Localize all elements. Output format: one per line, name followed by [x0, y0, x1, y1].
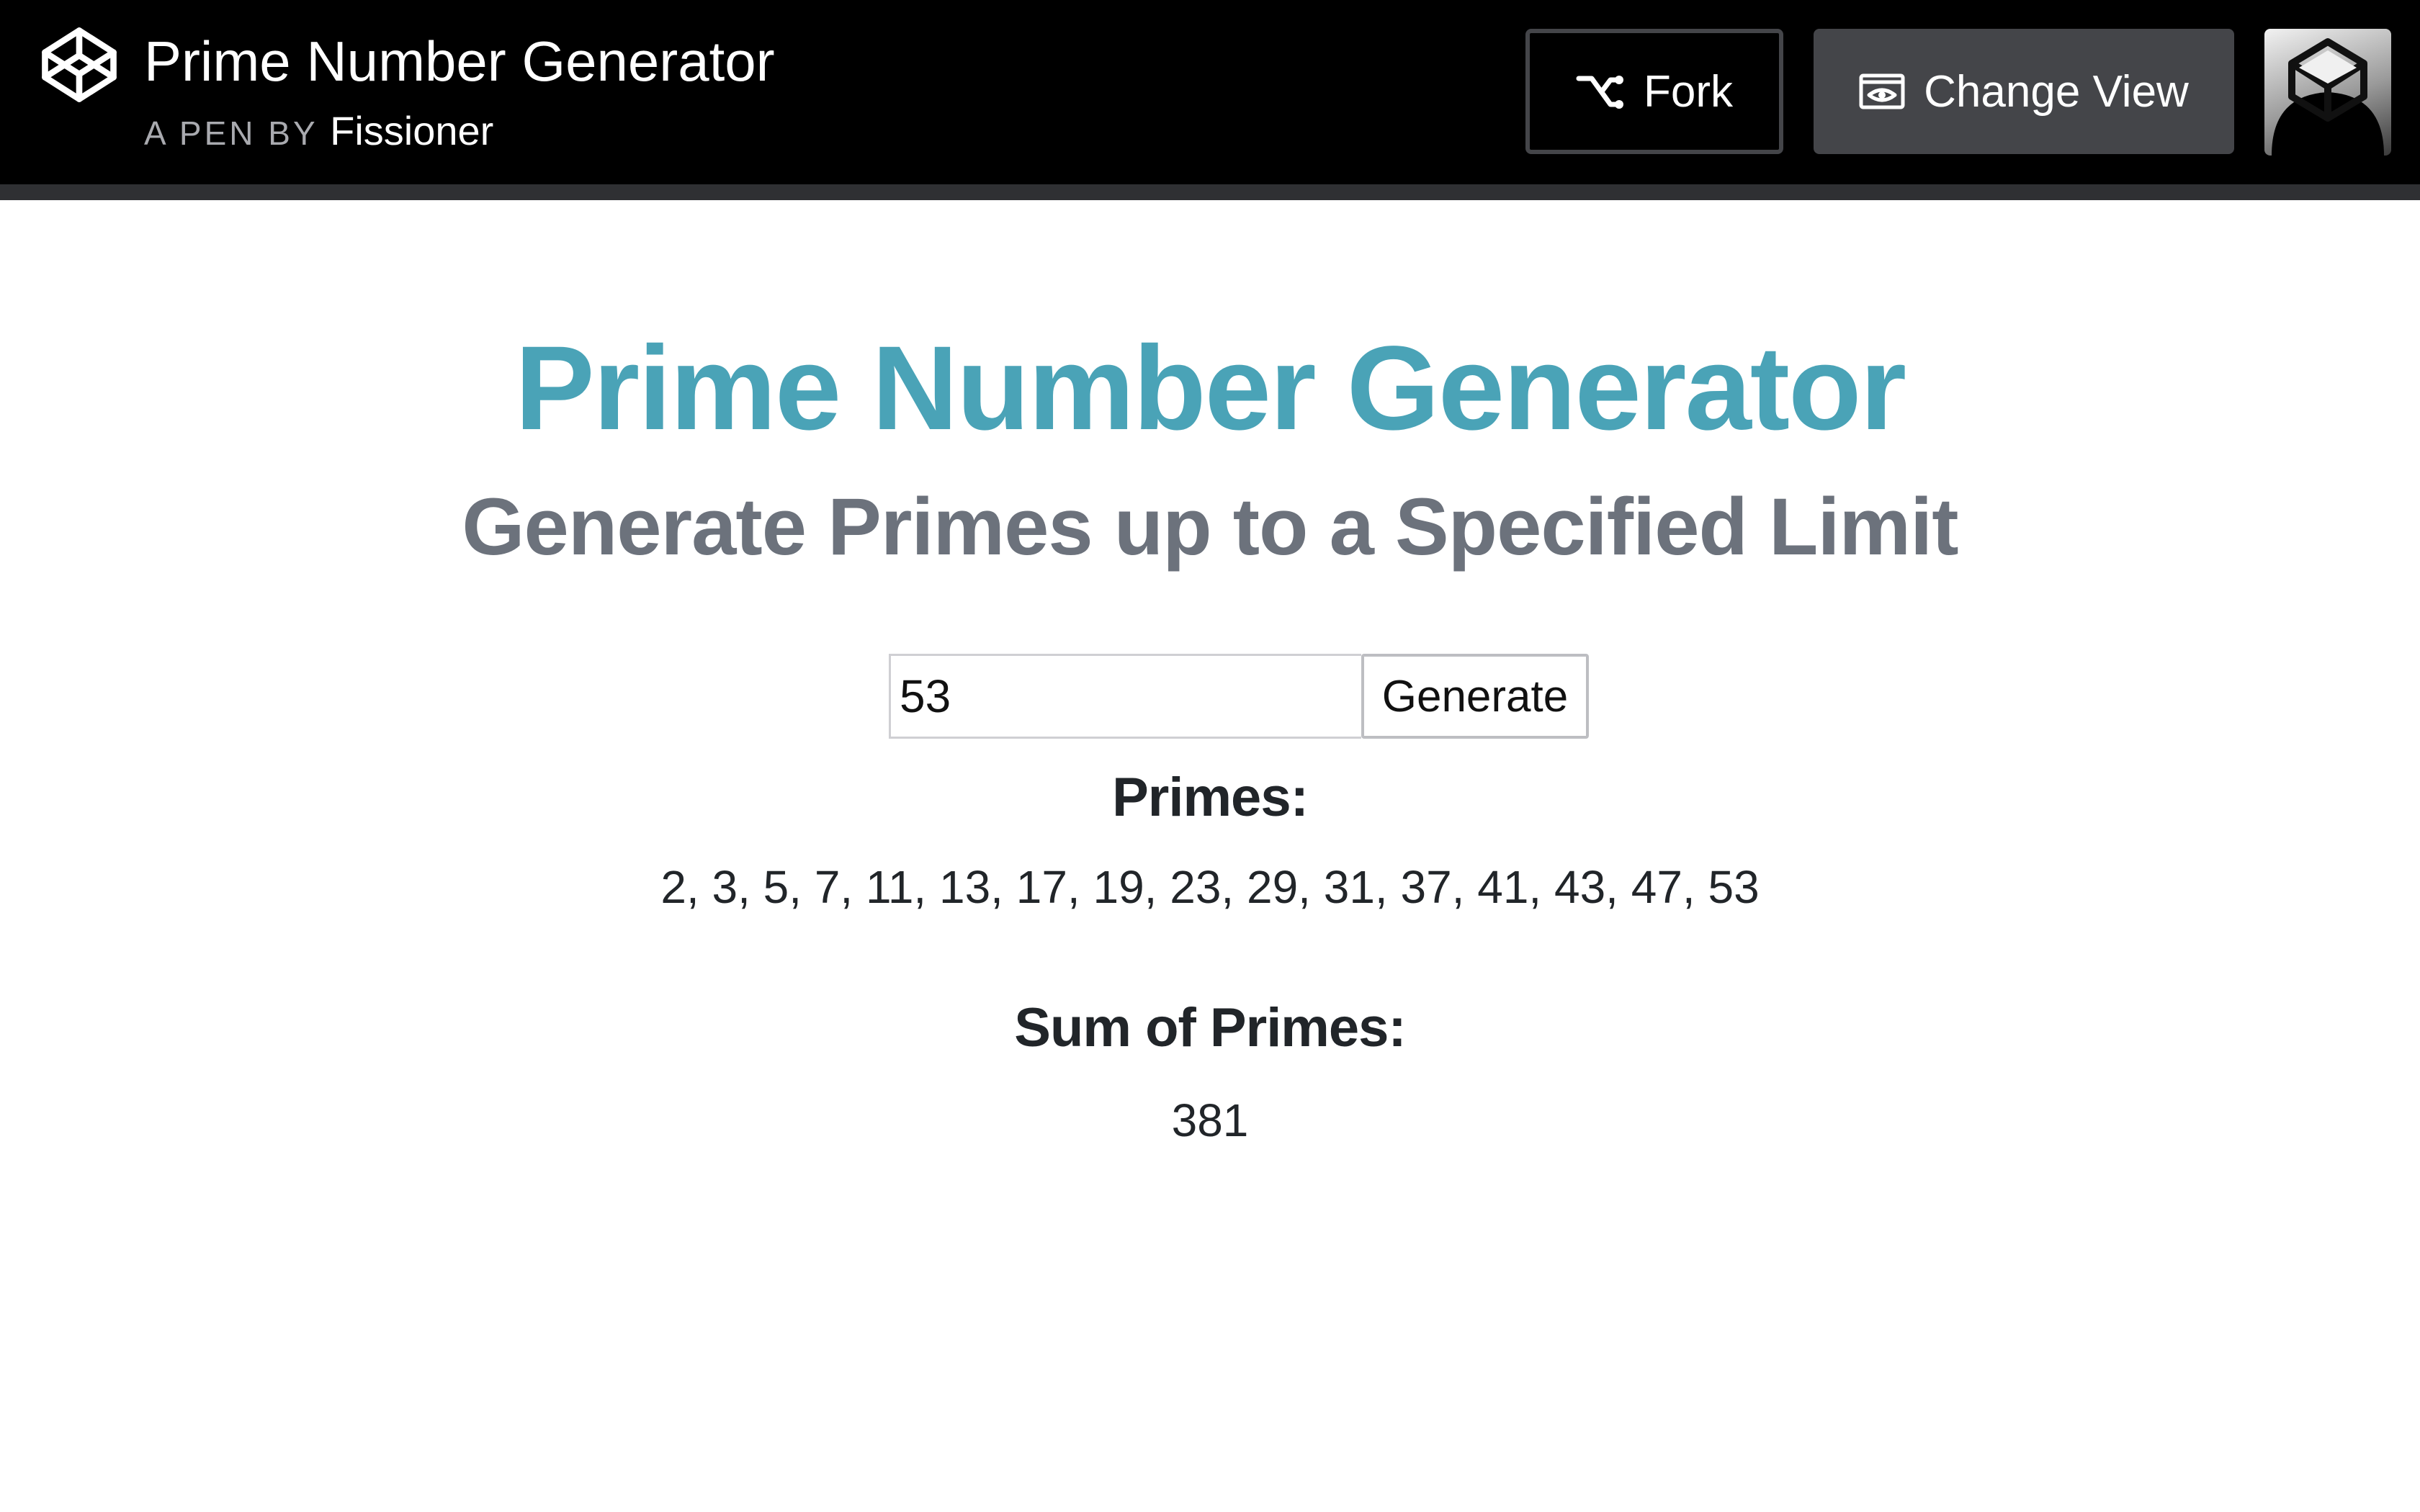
author-link[interactable]: Fissioner: [330, 108, 493, 153]
pen-preview: Prime Number Generator Generate Primes u…: [0, 200, 2420, 1512]
primes-heading: Primes:: [1112, 767, 1309, 828]
page-title: Prime Number Generator: [514, 322, 1906, 455]
eye-icon: [1859, 73, 1905, 109]
fork-button[interactable]: Fork: [1525, 29, 1783, 154]
change-view-button[interactable]: Change View: [1814, 29, 2234, 154]
page-subtitle: Generate Primes up to a Specified Limit: [462, 482, 1958, 572]
sum-value: 381: [1171, 1094, 1249, 1146]
codepen-logo-icon[interactable]: [40, 26, 118, 104]
sum-heading: Sum of Primes:: [1014, 997, 1406, 1058]
generate-button[interactable]: Generate: [1361, 654, 1589, 739]
limit-input[interactable]: [889, 654, 1361, 739]
byline-prefix: A PEN BY: [144, 114, 318, 152]
primes-list: 2, 3, 5, 7, 11, 13, 17, 19, 23, 29, 31, …: [660, 861, 1760, 913]
user-avatar[interactable]: [2264, 29, 2391, 156]
header-divider: [0, 184, 2420, 200]
pen-byline: A PEN BY Fissioner: [144, 104, 493, 169]
limit-form: Generate: [889, 654, 1589, 739]
pen-title[interactable]: Prime Number Generator: [144, 26, 775, 96]
fork-label: Fork: [1644, 66, 1733, 117]
avatar-logo-icon: [2272, 38, 2384, 156]
codepen-header: Prime Number Generator A PEN BY Fissione…: [0, 0, 2420, 184]
fork-icon: [1576, 76, 1623, 109]
change-view-label: Change View: [1924, 66, 2189, 117]
